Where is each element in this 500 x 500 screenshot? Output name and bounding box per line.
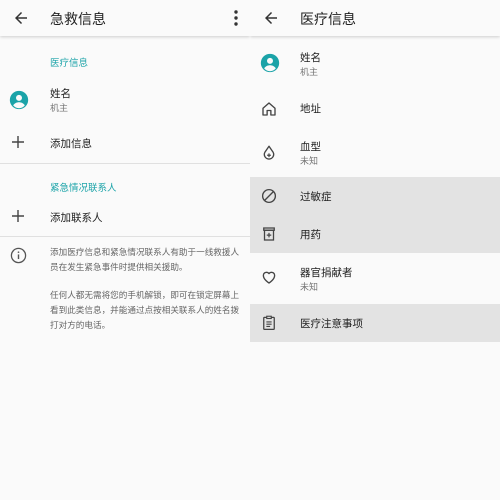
add-info-row[interactable]: 添加信息 bbox=[0, 128, 250, 158]
heart-outline-icon bbox=[262, 271, 276, 284]
divider bbox=[0, 236, 250, 237]
clipboard-icon bbox=[263, 315, 275, 331]
more-options-icon[interactable] bbox=[228, 9, 244, 27]
medical-item-address[interactable]: 地址 bbox=[250, 92, 500, 126]
item-value: 机主 bbox=[300, 68, 319, 78]
back-arrow-icon[interactable] bbox=[262, 9, 280, 27]
owner-name-label: 姓名 bbox=[50, 88, 71, 100]
item-label: 用药 bbox=[300, 229, 321, 241]
emergency-info-screen: 急救信息 医疗信息 姓名 机主 添加信息 紧急情况联系人 添加联系人 添加医疗信… bbox=[0, 0, 250, 500]
medical-item-medications[interactable]: 用药 bbox=[250, 214, 500, 253]
item-label: 血型 bbox=[300, 141, 321, 153]
home-icon bbox=[262, 102, 276, 116]
block-icon bbox=[261, 188, 277, 204]
item-label: 医疗注意事项 bbox=[300, 318, 363, 330]
medical-item-organ-donor[interactable]: 器官捐献者 未知 bbox=[250, 258, 500, 298]
owner-row[interactable]: 姓名 机主 bbox=[0, 80, 250, 120]
info-icon bbox=[10, 247, 27, 264]
page-title: 急救信息 bbox=[50, 12, 106, 28]
account-circle-icon bbox=[9, 90, 29, 110]
section-medical-info: 医疗信息 bbox=[50, 58, 89, 69]
divider bbox=[0, 163, 250, 164]
back-arrow-icon[interactable] bbox=[12, 9, 30, 27]
medication-icon bbox=[263, 227, 275, 241]
app-bar: 急救信息 bbox=[0, 0, 250, 36]
page-title: 医疗信息 bbox=[300, 12, 356, 28]
info-paragraph-2: 任何人都无需将您的手机解锁，即可在锁定屏幕上看到此类信息，并能通过点按相关联系人… bbox=[50, 291, 240, 331]
item-label: 地址 bbox=[300, 103, 321, 115]
info-paragraph-1: 添加医疗信息和紧急情况联系人有助于一线救援人员在发生紧急事件时提供相关援助。 bbox=[50, 248, 240, 273]
account-circle-icon bbox=[260, 53, 280, 73]
item-label: 过敏症 bbox=[300, 191, 332, 203]
item-value: 未知 bbox=[300, 157, 319, 167]
blood-drop-icon bbox=[263, 145, 275, 160]
medical-info-screen: 医疗信息 姓名 机主 地址 血型 未知 过敏症 用药 器官捐献者 未知 医疗注意… bbox=[250, 0, 500, 500]
item-label: 姓名 bbox=[300, 52, 321, 64]
plus-icon bbox=[12, 210, 24, 222]
owner-name-value: 机主 bbox=[50, 104, 69, 114]
medical-item-name[interactable]: 姓名 机主 bbox=[250, 44, 500, 84]
medical-item-blood-type[interactable]: 血型 未知 bbox=[250, 134, 500, 174]
item-label: 器官捐献者 bbox=[300, 267, 353, 279]
add-contact-row[interactable]: 添加联系人 bbox=[0, 202, 250, 232]
medical-item-allergies[interactable]: 过敏症 bbox=[250, 177, 500, 214]
medical-item-medical-notes[interactable]: 医疗注意事项 bbox=[250, 304, 500, 342]
app-bar: 医疗信息 bbox=[250, 0, 500, 36]
add-contact-label: 添加联系人 bbox=[50, 212, 103, 224]
item-value: 未知 bbox=[300, 283, 319, 293]
plus-icon bbox=[12, 136, 24, 148]
section-emergency-contacts: 紧急情况联系人 bbox=[50, 183, 117, 194]
add-info-label: 添加信息 bbox=[50, 138, 92, 150]
